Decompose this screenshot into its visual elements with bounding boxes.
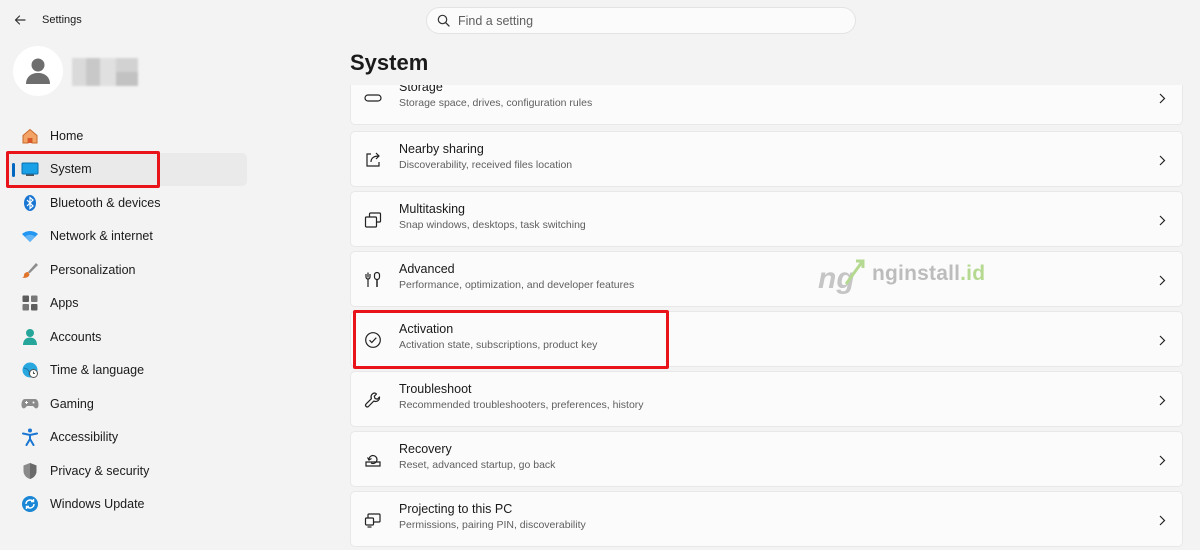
card-subtitle: Recommended troubleshooters, preferences… — [399, 399, 644, 411]
card-subtitle: Storage space, drives, configuration rul… — [399, 97, 593, 109]
setting-card-storage[interactable]: Storage Storage space, drives, configura… — [350, 85, 1183, 125]
watermark-text: nginstall.id — [872, 262, 985, 286]
setting-card-multitasking[interactable]: Multitasking Snap windows, desktops, tas… — [350, 191, 1183, 247]
bluetooth-icon — [20, 193, 40, 213]
highlight-box-activation — [353, 310, 669, 369]
card-title: Storage — [399, 85, 443, 94]
sidebar-item-accessibility[interactable]: Accessibility — [6, 421, 247, 455]
username-redacted — [72, 58, 138, 86]
home-icon — [20, 126, 40, 146]
sidebar-item-network-internet[interactable]: Network & internet — [6, 220, 247, 254]
title-bar: Settings — [0, 0, 1200, 40]
apps-icon — [20, 293, 40, 313]
back-button[interactable] — [10, 10, 30, 30]
update-icon — [20, 494, 40, 514]
search-icon — [437, 14, 450, 27]
sidebar-item-label: Bluetooth & devices — [50, 195, 161, 210]
watermark-brand: nginstall — [872, 262, 961, 285]
avatar[interactable] — [13, 46, 63, 96]
sidebar-item-label: Privacy & security — [50, 463, 150, 478]
page-title: System — [350, 50, 429, 75]
brush-icon — [20, 260, 40, 280]
recovery-icon — [363, 450, 383, 470]
sidebar-item-label: Home — [50, 128, 84, 143]
share-icon — [363, 150, 383, 170]
wifi-icon — [20, 226, 40, 246]
card-subtitle: Performance, optimization, and developer… — [399, 279, 635, 291]
setting-card-recovery[interactable]: Recovery Reset, advanced startup, go bac… — [350, 431, 1183, 487]
setting-card-advanced[interactable]: Advanced Performance, optimization, and … — [350, 251, 1183, 307]
sidebar-item-label: Personalization — [50, 262, 136, 277]
setting-card-nearby-sharing[interactable]: Nearby sharing Discoverability, received… — [350, 131, 1183, 187]
sidebar-item-label: Accounts — [50, 329, 102, 344]
search-box[interactable] — [426, 7, 856, 34]
chevron-right-icon — [1156, 213, 1168, 227]
tools-icon — [363, 270, 383, 290]
chevron-right-icon — [1156, 91, 1168, 105]
accessibility-icon — [20, 427, 40, 447]
back-arrow-icon — [14, 15, 26, 25]
sidebar-item-home[interactable]: Home — [6, 119, 247, 153]
sidebar-item-apps[interactable]: Apps — [6, 287, 247, 321]
gamepad-icon — [20, 394, 40, 414]
sidebar-item-label: Gaming — [50, 396, 94, 411]
card-title: Troubleshoot — [399, 382, 472, 396]
chevron-right-icon — [1156, 513, 1168, 527]
chevron-right-icon — [1156, 393, 1168, 407]
watermark-logo: ng nginstall.id — [816, 254, 1016, 298]
setting-card-troubleshoot[interactable]: Troubleshoot Recommended troubleshooters… — [350, 371, 1183, 427]
sidebar-item-label: Accessibility — [50, 430, 119, 445]
card-title: Multitasking — [399, 202, 465, 216]
highlight-box-system — [6, 151, 160, 188]
sidebar-item-label: Time & language — [50, 363, 145, 378]
card-subtitle: Permissions, pairing PIN, discoverabilit… — [399, 519, 586, 531]
card-title: Nearby sharing — [399, 142, 484, 156]
sidebar-item-personalization[interactable]: Personalization — [6, 253, 247, 287]
sidebar-item-gaming[interactable]: Gaming — [6, 387, 247, 421]
setting-card-projecting[interactable]: Projecting to this PC Permissions, pairi… — [350, 491, 1183, 547]
chevron-right-icon — [1156, 333, 1168, 347]
card-title: Advanced — [399, 262, 455, 276]
ng-logo-icon: ng — [818, 259, 865, 295]
sidebar-item-accounts[interactable]: Accounts — [6, 320, 247, 354]
card-subtitle: Reset, advanced startup, go back — [399, 459, 556, 471]
account-icon — [20, 327, 40, 347]
chevron-right-icon — [1156, 453, 1168, 467]
card-title: Recovery — [399, 442, 452, 456]
multitasking-icon — [363, 210, 383, 230]
app-title: Settings — [42, 14, 82, 26]
sidebar-item-label: Network & internet — [50, 229, 153, 244]
sidebar-item-label: Windows Update — [50, 497, 145, 512]
chevron-right-icon — [1156, 153, 1168, 167]
sidebar-item-time-language[interactable]: Time & language — [6, 354, 247, 388]
storage-icon — [363, 88, 383, 108]
chevron-right-icon — [1156, 273, 1168, 287]
card-title: Projecting to this PC — [399, 502, 513, 516]
sidebar-item-windows-update[interactable]: Windows Update — [6, 488, 247, 522]
sidebar-item-privacy-security[interactable]: Privacy & security — [6, 454, 247, 488]
wrench-icon — [363, 390, 383, 410]
watermark-suffix: .id — [960, 262, 986, 285]
sidebar-item-label: Apps — [50, 296, 79, 311]
sidebar-item-bluetooth-devices[interactable]: Bluetooth & devices — [6, 186, 247, 220]
search-input[interactable] — [458, 13, 818, 28]
card-subtitle: Discoverability, received files location — [399, 159, 573, 171]
card-subtitle: Snap windows, desktops, task switching — [399, 219, 586, 231]
user-icon — [26, 58, 50, 84]
shield-icon — [20, 461, 40, 481]
globe-clock-icon — [20, 360, 40, 380]
projecting-icon — [363, 510, 383, 530]
